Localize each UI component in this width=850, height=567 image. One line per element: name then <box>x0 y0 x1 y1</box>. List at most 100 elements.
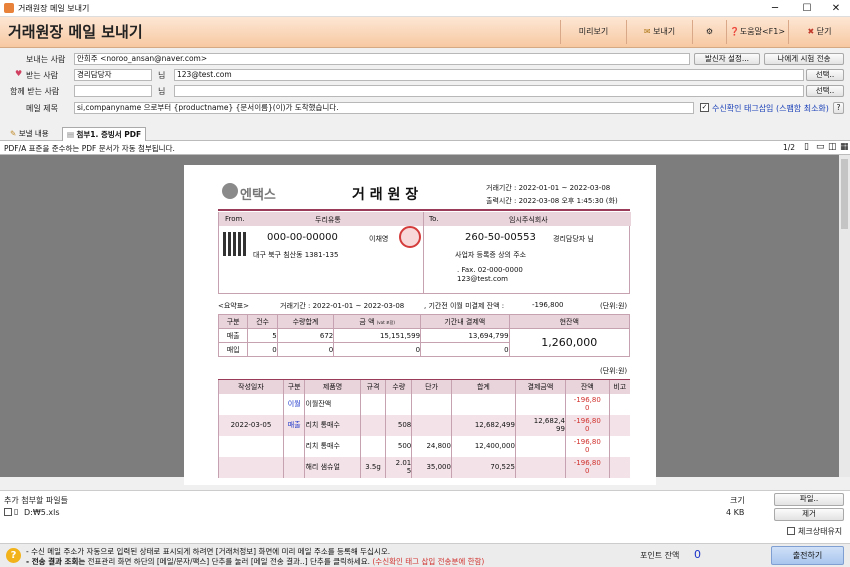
receipt-help-button[interactable]: ? <box>833 102 844 114</box>
to-suffix: 님 <box>158 71 166 80</box>
from-regno: 000-00-00000 <box>267 232 338 243</box>
to-fax: . Fax. 02-000-0000 <box>457 266 523 274</box>
to-label-doc: To. <box>429 215 439 223</box>
viewer-scrollbar[interactable] <box>839 155 850 477</box>
detail-cell-date <box>218 435 284 457</box>
sum-header: 기간내 결제액 <box>420 314 510 329</box>
cc-name-input[interactable] <box>74 85 152 97</box>
detail-cell-type <box>282 456 305 478</box>
close-button[interactable]: ✖ 닫기 <box>788 20 850 44</box>
mail-icon: ✉ <box>643 27 651 36</box>
close-window-icon[interactable]: ✕ <box>821 0 850 17</box>
from-company: 두리유통 <box>315 216 341 224</box>
detail-cell-item: 이월잔액 <box>304 393 361 415</box>
submit-button[interactable]: 출전하기 <box>771 546 844 565</box>
tab-attachment[interactable]: ▤ 첨부1. 증빙서 PDF <box>62 127 147 141</box>
subject-label: 메일 제목 <box>26 104 58 113</box>
keep-check-checkbox[interactable] <box>787 527 795 535</box>
send-to-me-button[interactable]: 나에게 시험 전송 <box>764 53 844 65</box>
remove-file-button[interactable]: 제거 <box>774 508 844 521</box>
cc-email-input[interactable] <box>174 85 804 97</box>
to-company: 임시주식회사 <box>509 216 548 224</box>
keep-check-label[interactable]: 체크상태유지 <box>798 526 842 537</box>
edit-icon: ✎ <box>10 129 17 138</box>
detail-cell-type <box>282 435 305 457</box>
to-email-doc: 123@test.com <box>457 275 508 283</box>
detail-row: 이월 이월잔액 -196,80 0 <box>218 393 630 415</box>
detail-header: 단가 <box>411 379 452 394</box>
help-icon: ❓ <box>729 27 740 36</box>
subject-input[interactable]: si,companyname 으로부터 {productname} {문서이름}… <box>74 102 694 114</box>
file-name[interactable]: D:₩5.xls <box>24 508 60 517</box>
detail-row: 리치 통매수 500 24,800 12,400,000 -196,80 0 <box>218 435 630 457</box>
send-button[interactable]: ✉ 보내기 <box>626 20 692 44</box>
scrollbar-thumb[interactable] <box>841 159 848 229</box>
logo-icon <box>222 183 238 199</box>
detail-cell-date <box>218 393 284 415</box>
points-label: 포인트 잔액 <box>640 551 680 560</box>
from-address: 대구 북구 침산동 1381-135 <box>253 251 339 259</box>
file-checkbox[interactable] <box>4 508 12 516</box>
maximize-icon[interactable]: ☐ <box>792 0 822 17</box>
minimize-icon[interactable]: ─ <box>760 0 790 17</box>
header-bar: 거래원장 메일 보내기 미리보기 ✉ 보내기 ⚙ ❓도움말<F1> ✖ 닫기 <box>0 17 850 48</box>
sum-cell: 매입 <box>217 342 249 357</box>
detail-cell-note <box>608 435 630 457</box>
to-email-input[interactable]: 123@test.com <box>174 69 804 81</box>
detail-header: 합계 <box>450 379 516 394</box>
summary-label: <요약표> <box>218 302 250 310</box>
attachments-panel: 추가 첨부할 파일들 크기 ▯ D:₩5.xls 4 KB 파일.. 제거 체크… <box>0 490 850 543</box>
doc-period: 거래기간 : 2022-01-01 ~ 2022-03-08 <box>486 184 611 192</box>
pdf-viewer[interactable]: 엔택스 거 래 원 장 거래기간 : 2022-01-01 ~ 2022-03-… <box>0 155 839 485</box>
detail-cell-date: 2022-03-05 <box>218 414 284 436</box>
detail-cell-spec: 3.5g <box>359 456 386 478</box>
unit-label: (단위:원) <box>600 302 628 310</box>
cc-select-button[interactable]: 선택.. <box>806 85 844 97</box>
detail-table: 작성일자 구분 제품명 규격 수량 단가 합계 결제금액 잔액 비고 이월 이월잔액 -196,80 … <box>218 379 630 478</box>
tab-content[interactable]: ✎ 보낼 내용 <box>6 127 53 141</box>
detail-cell-bal: -196,80 0 <box>564 393 610 415</box>
unit-label-2: (단위:원) <box>600 367 628 375</box>
two-page-icon[interactable]: ◫ <box>828 142 837 152</box>
grid-view-icon[interactable]: ▦ <box>840 142 849 152</box>
sum-cell: 0 <box>276 342 335 357</box>
stamp-seal <box>399 226 421 248</box>
file-size: 4 KB <box>726 508 745 517</box>
sender-select[interactable]: 안희주 <noroo_ansan@naver.com> <box>74 53 690 65</box>
single-page-icon[interactable]: ▯ <box>804 142 809 152</box>
sender-settings-button[interactable]: 발신자 설정... <box>694 53 760 65</box>
sum-cell: 5 <box>247 328 278 343</box>
to-select-button[interactable]: 선택.. <box>806 69 844 81</box>
detail-cell-item: 해리 샘슈얼 <box>304 456 361 478</box>
detail-cell-note <box>608 393 630 415</box>
detail-cell-date <box>218 456 284 478</box>
preview-button[interactable]: 미리보기 <box>560 20 626 44</box>
sum-header: 수량합계 <box>276 314 335 329</box>
sender-label: 보내는 사람 <box>26 55 66 64</box>
sum-cell: 0 <box>420 342 510 357</box>
size-header: 크기 <box>730 496 745 505</box>
detail-header: 결제금액 <box>514 379 566 394</box>
help-button[interactable]: ❓도움말<F1> <box>726 20 788 44</box>
to-name-input[interactable]: 경리담당자 <box>74 69 152 81</box>
detail-cell-note <box>608 456 630 478</box>
detail-header: 규격 <box>359 379 386 394</box>
settings-button[interactable]: ⚙ <box>692 20 726 44</box>
detail-cell-qty: 2.01 5 <box>385 456 412 478</box>
parties-box: From. 두리유통 000-00-00000 이채영 대구 북구 침산동 13… <box>218 212 631 294</box>
sum-header: 금 액 (vat 포함) <box>333 314 422 329</box>
detail-header: 잔액 <box>564 379 610 394</box>
detail-cell-note <box>608 414 630 436</box>
detail-cell-total: 12,682,499 <box>450 414 516 436</box>
detail-cell-total: 12,400,000 <box>450 435 516 457</box>
detail-cell-paid <box>514 393 566 415</box>
sum-header: 현잔액 <box>508 314 631 329</box>
add-file-button[interactable]: 파일.. <box>774 493 844 506</box>
receipt-checkbox[interactable]: ✓ <box>700 103 709 112</box>
viewer-toolbar: PDF/A 표준을 준수하는 PDF 문서가 자동 첨부됩니다. 1/2 ▯ ▭… <box>0 141 850 155</box>
doc-title: 거 래 원 장 <box>352 187 419 203</box>
detail-cell-price <box>411 414 452 436</box>
page-view-icon[interactable]: ▭ <box>816 142 825 152</box>
detail-cell-spec <box>359 435 386 457</box>
receipt-label[interactable]: 수신확인 태그삽입 (스팸함 최소화) <box>712 103 829 114</box>
